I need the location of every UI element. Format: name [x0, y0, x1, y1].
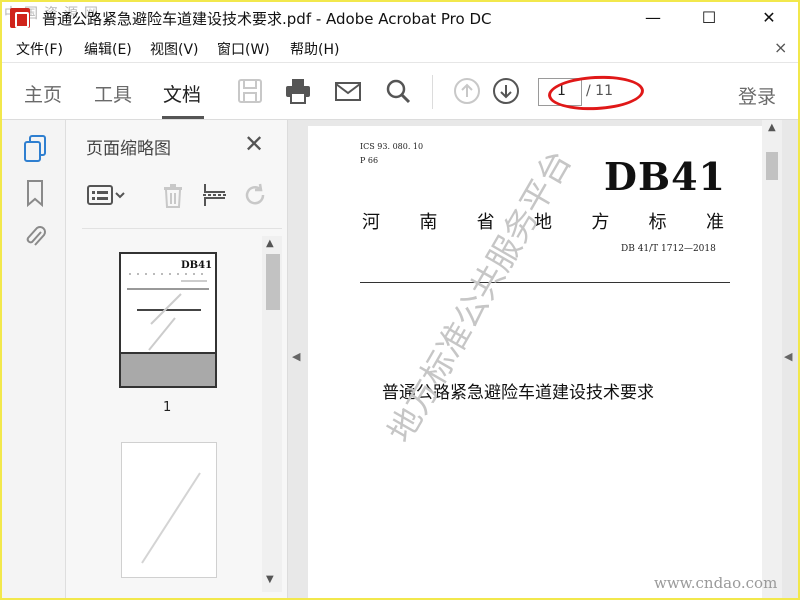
- svg-text:DB41: DB41: [181, 260, 212, 271]
- page-thumbnails-icon[interactable]: [22, 134, 48, 164]
- bookmark-icon[interactable]: [22, 178, 48, 208]
- doc-db-heading: DB41: [604, 154, 726, 199]
- close-window-button[interactable]: ✕: [746, 2, 792, 32]
- collapse-right-icon[interactable]: ◀: [784, 350, 792, 363]
- menu-bar: 文件(F) 编辑(E) 视图(V) 窗口(W) 帮助(H) ×: [2, 36, 798, 60]
- attachment-icon[interactable]: [22, 222, 48, 252]
- thumbnails-scroll-thumb[interactable]: [266, 254, 280, 310]
- document-scrollbar[interactable]: [762, 120, 782, 598]
- panel-divider: [82, 228, 282, 229]
- doc-standard-char: 河: [362, 212, 380, 233]
- previous-page-icon[interactable]: [453, 77, 481, 105]
- thumbnails-title: 页面缩略图: [86, 139, 171, 159]
- rotate-page-icon[interactable]: [240, 180, 270, 210]
- menu-view[interactable]: 视图(V): [150, 39, 199, 59]
- close-panel-icon[interactable]: ✕: [244, 130, 264, 158]
- doc-ics-code: ICS 93. 080. 10: [360, 142, 424, 151]
- login-button[interactable]: 登录: [738, 82, 776, 109]
- thumbnail-2-content: [141, 472, 201, 564]
- doc-watermark: 地方标准公共服务平台: [380, 143, 579, 449]
- thumbnail-1-content: DB41: [127, 260, 212, 351]
- collapse-left-icon[interactable]: ◀: [292, 350, 300, 363]
- doc-standard-char: 方: [591, 212, 610, 233]
- scroll-down-icon[interactable]: ▼: [266, 574, 274, 585]
- doc-standard-char: 标: [648, 212, 667, 233]
- insert-page-icon[interactable]: [200, 180, 230, 210]
- thumbnail-1-number: 1: [163, 400, 172, 415]
- options-menu-icon[interactable]: [86, 180, 128, 210]
- thumbnails-panel: 页面缩略图 ✕ DB41 1 ▲ ▼: [66, 120, 288, 598]
- minimize-button[interactable]: —: [630, 2, 676, 32]
- tab-document[interactable]: 文档: [163, 80, 201, 107]
- toolbar-separator: [432, 75, 433, 109]
- menu-window[interactable]: 窗口(W): [217, 39, 270, 59]
- app-window: 中国资源网 普通公路紧急避险车道建设技术要求.pdf - Adobe Acrob…: [2, 2, 798, 598]
- doc-standard-char: 准: [705, 212, 724, 233]
- document-scroll-thumb[interactable]: [766, 152, 778, 180]
- next-page-icon[interactable]: [492, 77, 520, 105]
- tab-home[interactable]: 主页: [24, 80, 62, 107]
- menu-file[interactable]: 文件(F): [16, 39, 63, 59]
- doc-standard-code: DB 41/T 1712—2018: [621, 244, 716, 254]
- menu-edit[interactable]: 编辑(E): [84, 39, 132, 59]
- thumbnail-list: DB41 1: [66, 232, 266, 598]
- active-tab-underline: [162, 116, 204, 119]
- doc-rule: [360, 282, 730, 283]
- page-thumbnail-1[interactable]: DB41: [119, 252, 217, 388]
- site-watermark: www.cndao.com: [654, 574, 778, 592]
- print-icon[interactable]: [284, 77, 312, 105]
- doc-p-code: P 66: [360, 156, 379, 165]
- save-icon[interactable]: [236, 77, 264, 105]
- scroll-up-icon[interactable]: ▲: [266, 238, 274, 249]
- doc-scroll-up-icon[interactable]: ▲: [768, 122, 776, 133]
- doc-standard-char: 南: [419, 212, 438, 233]
- delete-page-icon[interactable]: [158, 180, 188, 210]
- menu-help[interactable]: 帮助(H): [290, 39, 339, 59]
- window-title: 普通公路紧急避险车道建设技术要求.pdf - Adobe Acrobat Pro…: [42, 10, 492, 28]
- search-icon[interactable]: [384, 77, 412, 105]
- title-bar: 中国资源网 普通公路紧急避险车道建设技术要求.pdf - Adobe Acrob…: [2, 2, 798, 32]
- pdf-page: ICS 93. 080. 10 P 66 DB41 河 南 省 地 方 标 准 …: [308, 126, 762, 598]
- tab-tools[interactable]: 工具: [94, 80, 132, 107]
- mail-icon[interactable]: [334, 77, 362, 105]
- acrobat-app-icon: [10, 8, 30, 28]
- left-rail: [2, 120, 66, 598]
- thumbnail-1-footer: [121, 352, 215, 386]
- toolbar: 主页 工具 文档 1 / 11 登录: [2, 62, 798, 120]
- maximize-button[interactable]: ☐: [686, 2, 732, 32]
- close-document-icon[interactable]: ×: [774, 38, 787, 57]
- page-thumbnail-2[interactable]: [121, 442, 217, 578]
